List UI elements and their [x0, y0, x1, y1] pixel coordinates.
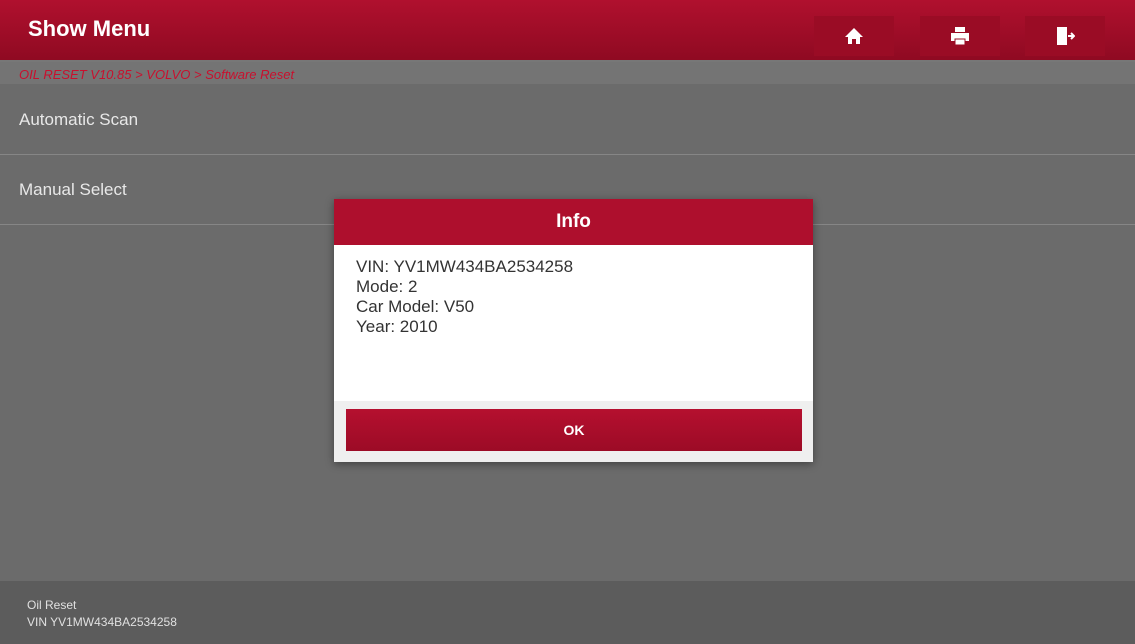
status-footer: Oil Reset VIN YV1MW434BA2534258: [0, 581, 1135, 644]
info-dialog: Info VIN: YV1MW434BA2534258 Mode: 2 Car …: [334, 199, 813, 462]
menu-item-label: Manual Select: [19, 180, 127, 199]
header-bar: Show Menu: [0, 0, 1135, 62]
app-screen: Show Menu OIL RESET V10.85 > VOLVO > Sof…: [0, 0, 1135, 644]
menu-item-label: Automatic Scan: [19, 110, 139, 129]
breadcrumb: OIL RESET V10.85 > VOLVO > Software Rese…: [0, 62, 1135, 84]
dialog-title: Info: [334, 199, 813, 245]
exit-icon: [1057, 27, 1075, 45]
menu-item-automatic-scan[interactable]: Automatic Scan: [0, 85, 1135, 155]
dialog-body: VIN: YV1MW434BA2534258 Mode: 2 Car Model…: [334, 245, 813, 401]
exit-button[interactable]: [1025, 16, 1105, 56]
footer-vin: VIN YV1MW434BA2534258: [27, 615, 177, 629]
footer-function: Oil Reset: [27, 598, 77, 612]
home-icon: [845, 28, 863, 44]
year-text: Year: 2010: [356, 317, 438, 336]
dialog-footer: OK: [334, 401, 813, 462]
home-button[interactable]: [814, 16, 894, 56]
vin-text: VIN: YV1MW434BA2534258: [356, 257, 574, 276]
car-model-text: Car Model: V50: [356, 297, 475, 316]
mode-text: Mode: 2: [356, 277, 418, 296]
print-icon: [951, 27, 969, 46]
page-title: Show Menu: [28, 16, 151, 41]
ok-button[interactable]: OK: [346, 409, 802, 451]
print-button[interactable]: [920, 16, 1000, 56]
